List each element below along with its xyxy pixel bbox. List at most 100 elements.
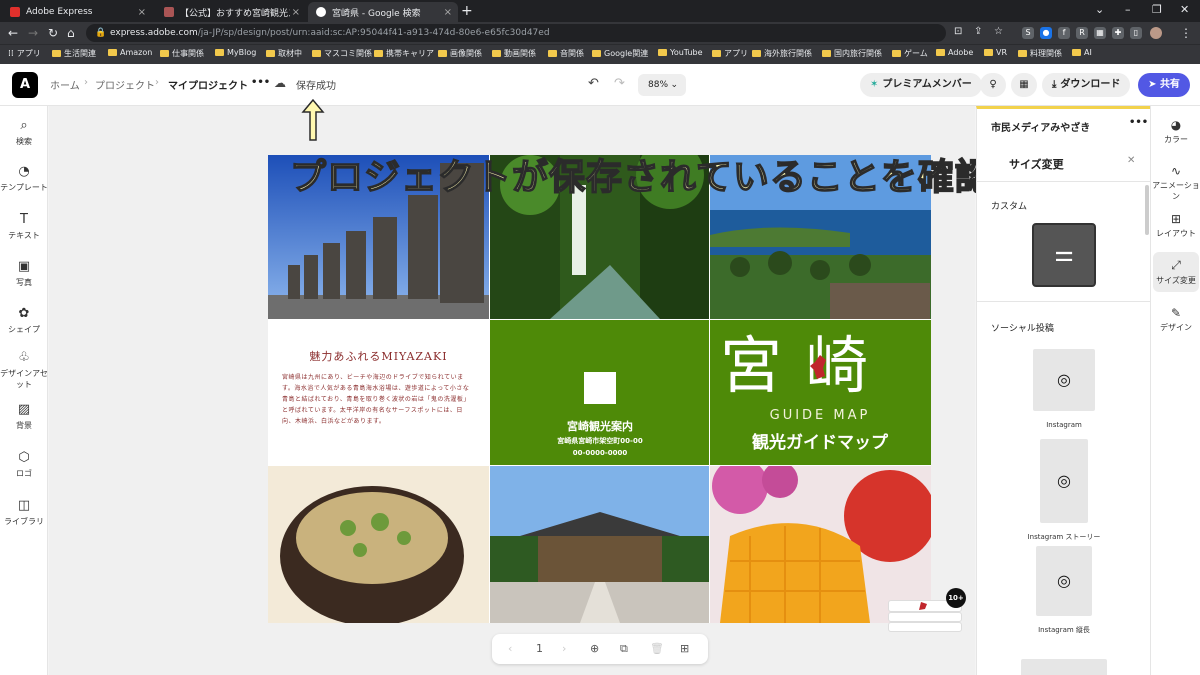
delete-page-icon[interactable]: 🗑 <box>650 642 664 655</box>
share-page-icon[interactable]: ⇪ <box>974 26 982 37</box>
page-thumbnail[interactable] <box>888 622 962 632</box>
tool-layout[interactable]: ⊞ レイアウト <box>1151 212 1200 239</box>
add-page-icon[interactable]: ⊕ <box>590 642 599 655</box>
premium-member-button[interactable]: ✶ プレミアムメンバー <box>860 73 982 97</box>
tool-shape[interactable]: ✿ シェイプ <box>0 306 48 335</box>
tool-photo[interactable]: ▣ 写真 <box>0 259 48 288</box>
bookmark-item[interactable]: アプリ <box>712 48 748 59</box>
url-input[interactable]: 🔒 express.adobe.com/ja-JP/sp/design/post… <box>86 24 946 42</box>
tab-google-search[interactable]: 宮崎県 - Google 検索 × <box>308 2 458 22</box>
idea-bulb-button[interactable]: ♀ <box>980 73 1006 97</box>
bookmark-item[interactable]: 料理関係 <box>1018 48 1062 59</box>
extension-f-icon[interactable]: f <box>1058 27 1070 39</box>
prev-page-icon[interactable]: ‹ <box>508 642 512 655</box>
breadcrumb-home[interactable]: ホーム <box>50 77 80 92</box>
duplicate-page-icon[interactable]: ⧉ <box>620 642 628 656</box>
restore-icon[interactable]: ❐ <box>1152 3 1162 16</box>
back-icon[interactable]: ← <box>8 26 18 40</box>
extension-blue-icon[interactable]: ● <box>1040 27 1052 39</box>
close-tab-icon[interactable]: × <box>138 7 146 18</box>
more-options-icon[interactable]: ••• <box>251 77 270 88</box>
instagram-story-option[interactable]: ◎ <box>1040 439 1088 523</box>
panel-more-icon[interactable]: ••• <box>1129 117 1148 128</box>
redo-icon[interactable]: ↷ <box>614 76 625 91</box>
close-tab-icon[interactable]: × <box>444 7 452 18</box>
extension-qr-icon[interactable]: ▦ <box>1094 27 1106 39</box>
bookmark-item[interactable]: YouTube <box>658 48 703 57</box>
panel-close-icon[interactable]: ✕ <box>1127 155 1135 166</box>
bookmark-apps[interactable]: ⁞⁞ アプリ <box>8 48 41 59</box>
bookmark-item[interactable]: MyBlog <box>215 48 256 57</box>
bookmark-item[interactable]: 仕事関係 <box>160 48 204 59</box>
bookmark-item[interactable]: Amazon <box>108 48 152 57</box>
close-tab-icon[interactable]: × <box>292 7 300 18</box>
extension-rx-icon[interactable]: R <box>1076 27 1088 39</box>
extension-s-icon[interactable]: S <box>1022 27 1034 39</box>
next-size-option[interactable] <box>1021 659 1107 675</box>
bookmark-item[interactable]: VR <box>984 48 1007 57</box>
bookmark-item[interactable]: 海外旅行関係 <box>752 48 812 59</box>
title-block[interactable]: 宮崎 GUIDE MAP 観光ガイドマップ <box>710 320 931 465</box>
forward-icon[interactable]: → <box>28 26 38 40</box>
food-bowl-photo[interactable] <box>268 466 489 623</box>
tool-resize[interactable]: ⤢ サイズ変更 <box>1153 252 1199 292</box>
tool-animation[interactable]: ∿ アニメーション <box>1151 164 1200 202</box>
download-button[interactable]: ⤓ ダウンロード <box>1042 73 1131 97</box>
guide-info-block[interactable]: 宮崎観光案内 宮崎県宮崎市架空町00-00 00-0000-0000 <box>490 320 709 465</box>
share-button[interactable]: ➤ 共有 <box>1138 73 1190 97</box>
bookmark-item[interactable]: AI <box>1072 48 1092 57</box>
bookmark-item[interactable]: 動画関係 <box>492 48 536 59</box>
panel-scrollbar[interactable] <box>1145 185 1149 235</box>
next-page-icon[interactable]: › <box>562 642 566 655</box>
left-toolbar: ⌕ 検索 ◔ テンプレート T テキスト ▣ 写真 ✿ シェイプ ♧ デザインアセット ▨ 背… <box>0 106 48 675</box>
tool-library[interactable]: ◫ ライブラリ <box>0 498 48 527</box>
browser-chrome: Adobe Express × 【公式】おすすめ宮崎観光スポット/... × 宮… <box>0 0 1200 64</box>
bookmark-star-icon[interactable]: ☆ <box>994 26 1003 37</box>
page-thumbnail[interactable] <box>888 612 962 622</box>
new-tab-icon[interactable]: + <box>461 3 473 19</box>
custom-size-button[interactable]: ⚌ <box>1032 223 1096 287</box>
profile-avatar[interactable] <box>1150 27 1162 39</box>
bookmark-item[interactable]: 画像関係 <box>438 48 482 59</box>
bookmark-item[interactable]: ゲーム <box>892 48 928 59</box>
close-window-icon[interactable]: ✕ <box>1180 3 1189 16</box>
tab-adobe-express[interactable]: Adobe Express × <box>2 2 152 22</box>
intro-text-block[interactable]: 魅力あふれるMIYAZAKI 宮崎県は九州にあり、ビーチや海辺のドライブで知られ… <box>268 320 489 465</box>
sidepanel-icon[interactable]: ▯ <box>1130 27 1142 39</box>
tool-background[interactable]: ▨ 背景 <box>0 402 48 431</box>
schedule-button[interactable]: ▦ <box>1011 73 1037 97</box>
tool-search[interactable]: ⌕ 検索 <box>0 118 48 147</box>
adobe-express-logo-icon[interactable]: A <box>12 72 38 98</box>
instagram-size-option[interactable]: ◎ <box>1033 349 1095 411</box>
undo-icon[interactable]: ↶ <box>588 76 599 91</box>
tool-logo[interactable]: ⬡ ロゴ <box>0 450 48 479</box>
bookmark-item[interactable]: Adobe <box>936 48 973 57</box>
reload-icon[interactable]: ↻ <box>48 26 58 40</box>
shrine-photo[interactable] <box>490 466 709 623</box>
install-icon[interactable]: ⊡ <box>954 26 962 37</box>
bookmark-item[interactable]: 国内旅行関係 <box>822 48 882 59</box>
tool-color[interactable]: ◕ カラー <box>1151 118 1200 145</box>
bookmark-item[interactable]: 生活関連 <box>52 48 96 59</box>
extensions-puzzle-icon[interactable]: ✚ <box>1112 27 1124 39</box>
minimize-icon[interactable]: – <box>1125 3 1131 16</box>
design-artboard[interactable]: 魅力あふれるMIYAZAKI 宮崎県は九州にあり、ビーチや海辺のドライブで知られ… <box>268 155 931 623</box>
tool-design-asset[interactable]: ♧ デザインアセット <box>0 350 48 390</box>
browser-menu-icon[interactable]: ⋮ <box>1180 26 1192 40</box>
grid-view-icon[interactable]: ⊞ <box>680 642 689 655</box>
bookmark-item[interactable]: 取材中 <box>266 48 302 59</box>
tool-design[interactable]: ✎ デザイン <box>1151 306 1200 333</box>
tab-search-icon[interactable]: ⌄ <box>1095 3 1104 16</box>
instagram-portrait-option[interactable]: ◎ <box>1036 546 1092 616</box>
zoom-select[interactable]: 88% ⌄ <box>638 74 686 96</box>
breadcrumb-project[interactable]: プロジェクト <box>95 77 155 92</box>
bookmark-item[interactable]: Google関連 <box>592 48 648 59</box>
home-icon[interactable]: ⌂ <box>67 26 75 40</box>
tool-text[interactable]: T テキスト <box>0 212 48 241</box>
tab-miyazaki-tourism[interactable]: 【公式】おすすめ宮崎観光スポット/... × <box>156 2 306 22</box>
tool-template[interactable]: ◔ テンプレート <box>0 164 48 193</box>
bookmark-item[interactable]: 音関係 <box>548 48 584 59</box>
bookmark-item[interactable]: マスコミ関係 <box>312 48 372 59</box>
bookmark-item[interactable]: 携帯キャリア <box>374 48 434 59</box>
breadcrumb-my-projects[interactable]: マイプロジェクト <box>168 77 248 92</box>
